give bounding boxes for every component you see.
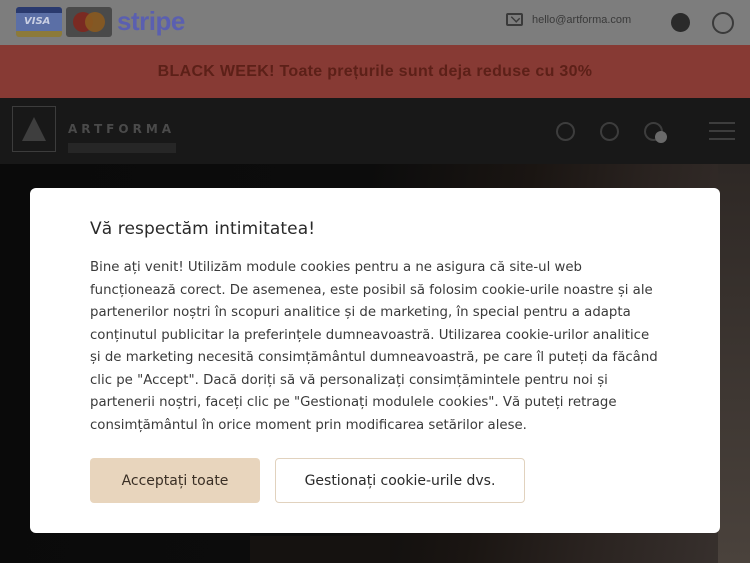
payment-topbar: VISA stripe hello@artforma.com (0, 0, 750, 45)
promo-banner: BLACK WEEK! Toate prețurile sunt deja re… (0, 45, 750, 98)
brand-name[interactable]: ARTFORMA (68, 122, 175, 136)
logo-icon[interactable] (12, 106, 56, 152)
cookie-dialog-title: Vă respectăm intimitatea! (90, 219, 316, 239)
globe-icon[interactable] (671, 13, 690, 32)
whatsapp-icon[interactable] (712, 12, 734, 34)
cookie-dialog-actions: Acceptați toate Gestionați cookie-urile … (90, 458, 525, 503)
manage-cookies-button[interactable]: Gestionați cookie-urile dvs. (275, 458, 525, 503)
envelope-icon (506, 13, 523, 26)
user-icon[interactable] (600, 122, 619, 141)
main-navigation: ARTFORMA (0, 98, 750, 164)
brand-tagline-bar (68, 143, 176, 153)
accept-all-button[interactable]: Acceptați toate (90, 458, 260, 503)
cookie-dialog-body: Bine ați venit! Utilizăm module cookies … (90, 260, 658, 433)
stripe-logo: stripe (117, 6, 185, 36)
contact-email-text: hello@artforma.com (532, 13, 632, 26)
search-icon[interactable] (556, 122, 575, 141)
contact-email-link[interactable]: hello@artforma.com (506, 13, 631, 26)
cart-count-badge (655, 131, 667, 143)
cookie-consent-dialog: Vă respectăm intimitatea! Bine ați venit… (30, 188, 720, 533)
visa-logo: VISA (16, 7, 62, 37)
menu-icon[interactable] (709, 122, 735, 140)
promo-text: BLACK WEEK! Toate prețurile sunt deja re… (157, 62, 593, 80)
mastercard-logo (66, 7, 112, 37)
